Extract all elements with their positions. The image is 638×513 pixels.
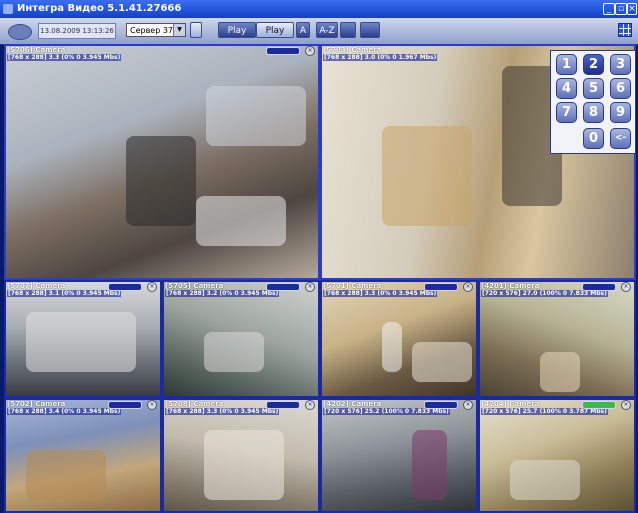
camera-close-icon[interactable]: × [463, 400, 473, 410]
keypad-key-0[interactable]: 0 [583, 128, 604, 149]
camera-feed [6, 46, 318, 278]
camera-feed [164, 400, 318, 511]
camera-feed [480, 400, 634, 511]
camera-status-bar [424, 401, 458, 409]
camera-info: [768 x 288] 3.3 (0% 0 3.945 Mbs) [7, 54, 122, 61]
sort-az-button[interactable]: A-Z [316, 22, 338, 38]
camera-label: [5703] Camera [323, 46, 382, 54]
camera-status-bar [266, 401, 300, 409]
camera-info: [720 x 576] 25.2 (100% 0 7.833 Mbs) [323, 408, 450, 415]
keypad-key-5[interactable]: 5 [583, 78, 604, 99]
camera-tile-5701[interactable]: [5701] Camera [768 x 288] 3.3 (0% 0 3.94… [320, 280, 478, 398]
camera-status-bar [108, 283, 142, 291]
camera-label: [5708] Camera [165, 400, 224, 408]
camera-label: [5705] Camera [165, 282, 224, 290]
camera-close-icon[interactable]: × [305, 46, 315, 56]
camera-label: [5701] Camera [323, 282, 382, 290]
camera-info: [720 x 576] 25.7 (100% 0 3.787 Mbs) [481, 408, 608, 415]
toolbar: 13.08.2009 13:13:26 Сервер 37 ▼ Play Pla… [0, 18, 638, 45]
server-action-button[interactable] [190, 22, 202, 38]
keypad-key-2[interactable]: 2 [583, 54, 604, 75]
camera-info: [768 x 288] 3.3 (0% 0 3.945 Mbs) [165, 408, 280, 415]
camera-close-icon[interactable]: × [147, 282, 157, 292]
keypad-key-7[interactable]: 7 [556, 102, 577, 123]
restore-icon[interactable]: ▫ [615, 3, 627, 15]
server-select-value: Сервер 37 [130, 26, 174, 35]
chevron-down-icon[interactable]: ▼ [173, 24, 185, 36]
keypad-key-4[interactable]: 4 [556, 78, 577, 99]
camera-close-icon[interactable]: × [305, 282, 315, 292]
camera-close-icon[interactable]: × [147, 400, 157, 410]
keypad-backspace-key[interactable]: <- [610, 128, 631, 149]
camera-label: [5707] Camera [7, 282, 66, 290]
camera-info: [768 x 288] 3.4 (0% 0 3.945 Mbs) [7, 408, 122, 415]
camera-feed [6, 282, 160, 396]
keypad-key-6[interactable]: 6 [610, 78, 631, 99]
app-icon [3, 4, 13, 14]
camera-tile-4202[interactable]: [4202] Camera [720 x 576] 25.2 (100% 0 7… [320, 398, 478, 513]
camera-info: [720 x 576] 27.0 (100% 0 7.833 Mbs) [481, 290, 608, 297]
keypad-key-8[interactable]: 8 [583, 102, 604, 123]
play-button-1[interactable]: Play [218, 22, 256, 38]
grid-layout-icon[interactable] [618, 23, 632, 37]
camera-tile-5707[interactable]: [5707] Camera [768 x 288] 3.1 (0% 0 3.94… [4, 280, 162, 398]
minimize-icon[interactable]: _ [603, 3, 615, 15]
sort-a-button[interactable]: A [296, 22, 310, 38]
camera-status-bar [266, 47, 300, 55]
camera-feed [322, 400, 476, 511]
camera-info: [768 x 288] 3.0 (0% 0 1.967 Mbs) [323, 54, 438, 61]
camera-label: [4201] Camera [481, 282, 540, 290]
layout-single-button[interactable] [340, 22, 356, 38]
datetime-display: 13.08.2009 13:13:26 [38, 23, 116, 39]
keypad-key-3[interactable]: 3 [610, 54, 631, 75]
camera-feed [164, 282, 318, 396]
camera-status-bar [424, 283, 458, 291]
close-icon[interactable]: × [627, 3, 637, 15]
play-button-2[interactable]: Play [256, 22, 294, 38]
camera-status-bar [108, 401, 142, 409]
camera-feed [6, 400, 160, 511]
camera-close-icon[interactable]: × [463, 282, 473, 292]
camera-status-bar [266, 283, 300, 291]
server-select[interactable]: Сервер 37 ▼ [126, 23, 186, 37]
camera-number-keypad: 1 2 3 4 5 6 7 8 9 0 <- [550, 50, 636, 154]
camera-close-icon[interactable]: × [305, 400, 315, 410]
camera-label: [4204] Camera [481, 400, 540, 408]
keypad-key-1[interactable]: 1 [556, 54, 577, 75]
camera-tile-5705[interactable]: [5705] Camera [768 x 288] 3.2 (0% 0 3.94… [162, 280, 320, 398]
camera-tile-4204[interactable]: [4204] Camera [720 x 576] 25.7 (100% 0 3… [478, 398, 636, 513]
camera-feed [322, 282, 476, 396]
camera-close-icon[interactable]: × [621, 400, 631, 410]
fullscreen-button[interactable] [360, 22, 380, 38]
window-title: Интегра Видео 5.1.41.27666 [17, 3, 182, 14]
camera-info: [768 x 288] 3.2 (0% 0 3.945 Mbs) [165, 290, 280, 297]
camera-info: [768 x 288] 3.1 (0% 0 3.945 Mbs) [7, 290, 122, 297]
camera-status-bar [582, 401, 616, 409]
camera-label: [4202] Camera [323, 400, 382, 408]
keypad-key-9[interactable]: 9 [610, 102, 631, 123]
camera-tile-5708[interactable]: [5708] Camera [768 x 288] 3.3 (0% 0 3.94… [162, 398, 320, 513]
camera-logo-icon[interactable] [8, 24, 32, 40]
camera-tile-5702[interactable]: [5702] Camera [768 x 288] 3.4 (0% 0 3.94… [4, 398, 162, 513]
title-bar: Интегра Видео 5.1.41.27666 _ ▫ × [0, 0, 638, 18]
camera-label: [5706] Camera [7, 46, 66, 54]
camera-tile-5706[interactable]: [5706] Camera [768 x 288] 3.3 (0% 0 3.94… [4, 44, 320, 280]
camera-info: [768 x 288] 3.3 (0% 0 3.945 Mbs) [323, 290, 438, 297]
camera-feed [480, 282, 634, 396]
camera-label: [5702] Camera [7, 400, 66, 408]
camera-status-bar [582, 283, 616, 291]
camera-tile-4201[interactable]: [4201] Camera [720 x 576] 27.0 (100% 0 7… [478, 280, 636, 398]
camera-close-icon[interactable]: × [621, 282, 631, 292]
